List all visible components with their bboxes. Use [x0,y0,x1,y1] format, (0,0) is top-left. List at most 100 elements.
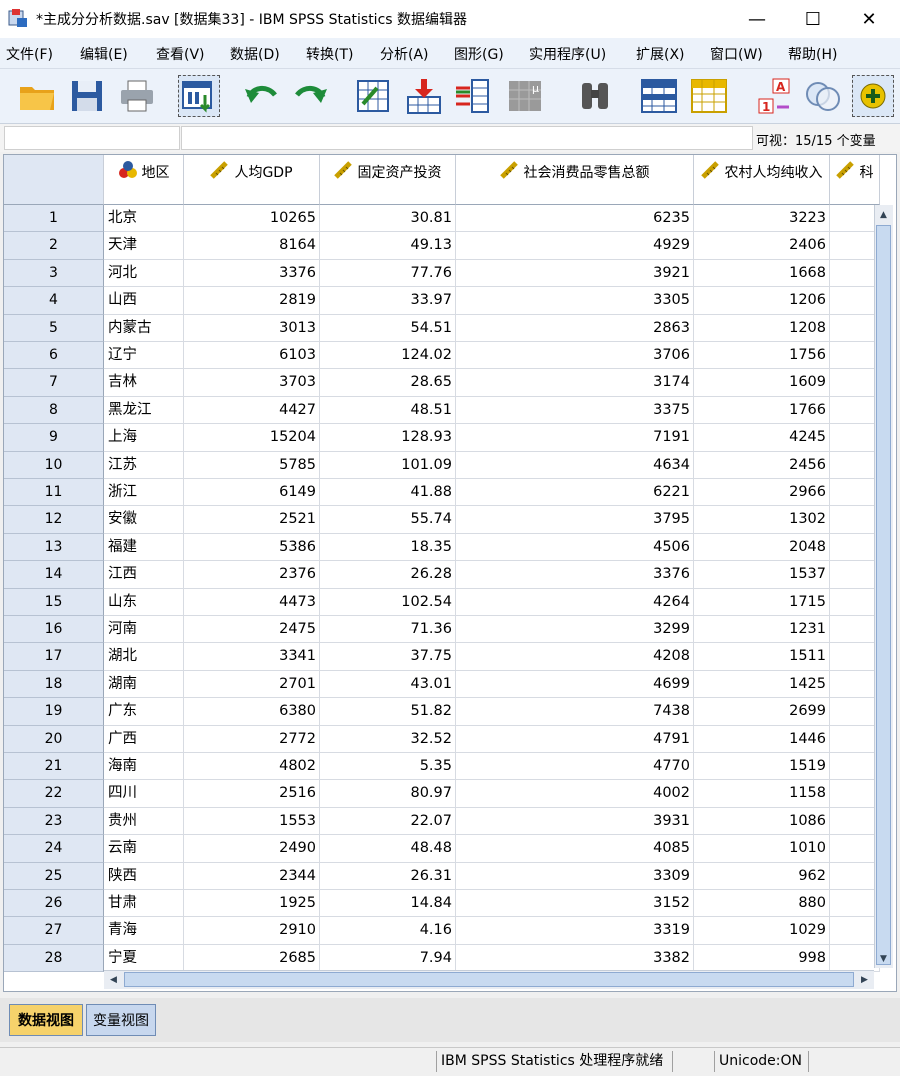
region-cell[interactable]: 黑龙江 [104,396,184,425]
row-number[interactable]: 16 [4,616,104,644]
use-sets-icon[interactable] [802,75,844,117]
data-cell[interactable]: 4699 [456,670,694,699]
data-cell[interactable]: 4208 [456,643,694,671]
row-number[interactable]: 17 [4,643,104,671]
row-number[interactable]: 3 [4,259,104,288]
insert-variable-icon[interactable] [688,75,730,117]
data-cell[interactable]: 2048 [694,533,830,562]
region-cell[interactable]: 天津 [104,232,184,260]
region-cell[interactable]: 湖北 [104,643,184,671]
data-cell[interactable]: 2685 [184,944,320,973]
data-cell[interactable]: 1609 [694,369,830,397]
row-number[interactable]: 2 [4,232,104,260]
data-cell[interactable]: 3174 [456,369,694,397]
data-cell[interactable]: 6149 [184,479,320,507]
region-cell[interactable]: 吉林 [104,369,184,397]
data-cell[interactable]: 102.54 [320,588,456,616]
undo-icon[interactable] [240,75,282,117]
data-cell[interactable]: 4802 [184,753,320,781]
scroll-up-icon[interactable]: ▲ [876,207,891,222]
data-cell[interactable]: 5386 [184,533,320,562]
open-folder-icon[interactable] [16,75,58,117]
row-number[interactable]: 8 [4,396,104,425]
row-number[interactable]: 7 [4,369,104,397]
region-cell[interactable]: 浙江 [104,479,184,507]
region-cell[interactable]: 四川 [104,780,184,808]
scroll-right-icon[interactable]: ▶ [857,972,872,987]
run-descriptives-icon[interactable]: μ [504,75,546,117]
data-cell[interactable] [830,835,880,863]
region-cell[interactable]: 青海 [104,917,184,945]
data-cell[interactable] [830,780,880,808]
data-cell[interactable]: 1010 [694,835,830,863]
data-cell[interactable]: 3152 [456,890,694,918]
data-cell[interactable]: 1537 [694,561,830,589]
data-cell[interactable] [830,314,880,342]
data-cell[interactable] [830,533,880,562]
region-cell[interactable]: 福建 [104,533,184,562]
tab-variable-view[interactable]: 变量视图 [86,1004,156,1036]
data-cell[interactable]: 1519 [694,753,830,781]
data-cell[interactable]: 51.82 [320,698,456,726]
add-icon[interactable] [852,75,894,117]
data-cell[interactable]: 1302 [694,506,830,534]
data-cell[interactable]: 1158 [694,780,830,808]
data-cell[interactable]: 3376 [456,561,694,589]
data-cell[interactable]: 1208 [694,314,830,342]
data-cell[interactable]: 32.52 [320,725,456,753]
region-cell[interactable]: 贵州 [104,807,184,836]
data-cell[interactable]: 1511 [694,643,830,671]
data-cell[interactable]: 55.74 [320,506,456,534]
row-number[interactable]: 20 [4,725,104,753]
cell-value-field[interactable] [181,126,753,150]
data-cell[interactable] [830,342,880,370]
data-cell[interactable]: 3013 [184,314,320,342]
region-cell[interactable]: 山西 [104,287,184,315]
data-cell[interactable]: 128.93 [320,424,456,452]
menu-graphs[interactable]: 图形(G) [454,44,504,64]
menu-help[interactable]: 帮助(H) [788,44,837,64]
menu-file[interactable]: 文件(F) [6,44,53,64]
data-cell[interactable]: 2966 [694,479,830,507]
data-cell[interactable]: 2376 [184,561,320,589]
row-number[interactable]: 24 [4,835,104,863]
data-cell[interactable]: 49.13 [320,232,456,260]
data-cell[interactable]: 77.76 [320,259,456,288]
data-cell[interactable]: 2863 [456,314,694,342]
row-number[interactable]: 6 [4,342,104,370]
region-cell[interactable]: 安徽 [104,506,184,534]
data-cell[interactable]: 2475 [184,616,320,644]
data-cell[interactable] [830,506,880,534]
data-cell[interactable]: 2456 [694,451,830,479]
region-cell[interactable]: 山东 [104,588,184,616]
data-cell[interactable]: 80.97 [320,780,456,808]
data-cell[interactable]: 2772 [184,725,320,753]
data-cell[interactable]: 3309 [456,862,694,890]
data-cell[interactable]: 3376 [184,259,320,288]
region-cell[interactable]: 湖南 [104,670,184,699]
data-cell[interactable]: 48.48 [320,835,456,863]
data-cell[interactable]: 48.51 [320,396,456,425]
data-cell[interactable]: 3305 [456,287,694,315]
menu-data[interactable]: 数据(D) [230,44,280,64]
region-cell[interactable]: 上海 [104,424,184,452]
data-cell[interactable]: 3223 [694,205,830,233]
data-cell[interactable]: 4473 [184,588,320,616]
row-number[interactable]: 26 [4,890,104,918]
data-cell[interactable]: 1668 [694,259,830,288]
row-number[interactable]: 5 [4,314,104,342]
row-number[interactable]: 4 [4,287,104,315]
data-cell[interactable]: 4506 [456,533,694,562]
menu-edit[interactable]: 编辑(E) [80,44,128,64]
region-cell[interactable]: 内蒙古 [104,314,184,342]
data-cell[interactable]: 880 [694,890,830,918]
data-cell[interactable]: 4002 [456,780,694,808]
region-cell[interactable]: 云南 [104,835,184,863]
data-cell[interactable]: 7191 [456,424,694,452]
menu-analyze[interactable]: 分析(A) [380,44,429,64]
data-cell[interactable]: 2910 [184,917,320,945]
menu-utilities[interactable]: 实用程序(U) [529,44,606,64]
data-cell[interactable]: 3319 [456,917,694,945]
row-number[interactable]: 18 [4,670,104,699]
data-cell[interactable] [830,616,880,644]
